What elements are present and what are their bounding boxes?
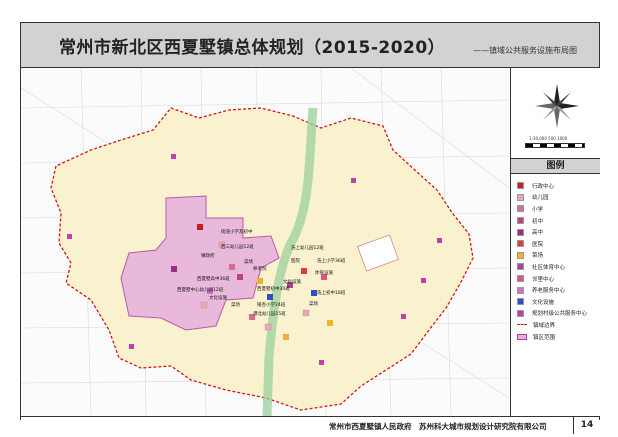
village-service-marker-3 (351, 178, 356, 183)
legend-item-town-area: 镇区范围 (517, 331, 599, 343)
village-service-marker-8 (421, 278, 426, 283)
map-label: 菜场 (244, 258, 253, 265)
map-label: 银杏小学24班 (257, 301, 286, 308)
map-subtitle: ——镇域公共服务设施布局图 (473, 46, 577, 55)
map-label: 港北幼儿园15班 (253, 310, 286, 317)
town-boundary-icon (517, 324, 527, 326)
high-school-marker (171, 266, 177, 272)
legend-item-high-school: 高中 (517, 226, 599, 238)
legend-item-admin-center: 行政中心 (517, 180, 599, 192)
village-service-marker-7 (129, 344, 134, 349)
kindergarten-icon (517, 193, 524, 201)
primary-school-marker (229, 264, 235, 270)
legend-label: 规划村级公共服务中心 (532, 311, 588, 318)
legend-title: 图例 (511, 158, 600, 174)
map-label: 菜场 (309, 300, 318, 307)
sports-center-icon (517, 263, 524, 271)
scale-text: 1:30,000 500 1000 (529, 136, 568, 141)
primary-school-icon (517, 205, 524, 213)
legend-item-kindergarten: 幼儿园 (517, 192, 599, 204)
legend-item-market: 菜场 (517, 250, 599, 262)
legend-label: 文化设施 (532, 299, 555, 306)
legend-item-elderly-care: 养老服务中心 (517, 284, 599, 296)
map-label: 西夏墅初中30班 (257, 285, 290, 292)
legend-item-culture-facility: 文化设施 (517, 296, 599, 308)
map-label: 西夏墅高中36班 (197, 275, 230, 282)
village-service-marker-5 (401, 314, 406, 319)
map-label: 镇政府 (201, 252, 215, 259)
legend-item-primary-school: 小学 (517, 203, 599, 215)
market-marker (257, 278, 263, 284)
map-label: 浩上幼儿园12班 (291, 244, 324, 251)
legend-item-town-boundary: 镇域边界 (517, 319, 599, 331)
hospital-icon (517, 240, 524, 248)
map-title: 常州市新北区西夏墅镇总体规划（2015-2020） (59, 38, 446, 58)
neighborhood-center-icon (517, 275, 524, 283)
legend-label: 初中 (532, 218, 544, 225)
map-canvas[interactable]: 街道小学及初中 西三幼儿园12班 镇政府 菜场 养老院 西夏墅高中36班 西夏墅… (21, 68, 509, 416)
legend-label: 镇域边界 (533, 322, 556, 329)
legend-item-village-service: 规划村级公共服务中心 (517, 308, 599, 320)
legend-item-middle-school: 初中 (517, 215, 599, 227)
north-arrow-icon (535, 84, 579, 128)
legend-label: 行政中心 (532, 183, 555, 190)
legend-label: 小学 (532, 206, 544, 213)
village-service-marker-2 (171, 154, 176, 159)
admin-center-icon (517, 182, 524, 190)
legend-label: 镇区范围 (533, 334, 556, 341)
legend-item-hospital: 医院 (517, 238, 599, 250)
kindergarten-marker-4 (302, 309, 310, 317)
title-bar: 常州市新北区西夏墅镇总体规划（2015-2020） ——镇域公共服务设施布局图 (21, 23, 599, 68)
scale-bar (525, 143, 585, 148)
map-label: 西三幼儿园12班 (221, 243, 254, 250)
map-label: 医院 (291, 257, 300, 264)
market-icon (517, 251, 524, 259)
page-number: 14 (573, 417, 600, 434)
map-sheet: 常州市新北区西夏墅镇总体规划（2015-2020） ——镇域公共服务设施布局图 (20, 22, 600, 434)
market-marker-2 (283, 334, 289, 340)
village-service-marker-1 (67, 234, 72, 239)
village-service-marker-4 (437, 238, 442, 243)
high-school-icon (517, 228, 524, 236)
legend-label: 邻里中心 (532, 276, 555, 283)
legend-label: 幼儿园 (532, 195, 549, 202)
map-label: 文化设施 (209, 294, 227, 301)
legend-label: 高中 (532, 230, 544, 237)
legend-label: 社区体育中心 (532, 264, 566, 271)
map-label: 文化设施 (283, 278, 301, 285)
map-label: 街道小学及初中 (221, 228, 253, 235)
legend-list: 行政中心 幼儿园 小学 初中 高中 医院 菜场 社区体育中心 邻里中心 养老服务… (517, 180, 599, 342)
legend-item-sports-center: 社区体育中心 (517, 261, 599, 273)
village-service-icon (517, 309, 524, 317)
market-marker-3 (327, 320, 333, 326)
legend-item-neighborhood-center: 邻里中心 (517, 273, 599, 285)
elderly-care-icon (517, 286, 524, 294)
kindergarten-marker-3 (264, 323, 272, 331)
middle-school-marker (237, 274, 243, 280)
legend-label: 养老服务中心 (532, 288, 566, 295)
map-svg: 街道小学及初中 西三幼儿园12班 镇政府 菜场 养老院 西夏墅高中36班 西夏墅… (21, 68, 509, 416)
admin-center-marker (197, 224, 203, 230)
culture-facility-icon (517, 298, 524, 306)
culture-facility-marker (267, 294, 273, 300)
legend-label: 医院 (532, 241, 544, 248)
map-label: 浩上小学36班 (317, 257, 346, 264)
footer-bar: 常州市西夏墅镇人民政府 苏州科大城市规划设计研究院有限公司 14 (21, 416, 599, 434)
footer-organizations: 常州市西夏墅镇人民政府 苏州科大城市规划设计研究院有限公司 (329, 422, 547, 431)
map-label: 体育设施 (315, 269, 333, 276)
hospital-marker (301, 268, 307, 274)
middle-school-icon (517, 217, 524, 225)
kindergarten-marker-2 (200, 301, 208, 309)
map-label: 菜场 (231, 301, 240, 308)
village-service-marker-6 (319, 360, 324, 365)
map-label: 浩上初中18班 (317, 289, 346, 296)
map-label: 养老院 (253, 265, 267, 272)
town-area-icon (517, 333, 527, 340)
legend-label: 菜场 (532, 253, 544, 260)
map-label: 西夏墅中心幼儿园12班 (177, 286, 224, 293)
legend-panel: 1:30,000 500 1000 图例 行政中心 幼儿园 小学 初中 高中 医… (510, 68, 600, 416)
